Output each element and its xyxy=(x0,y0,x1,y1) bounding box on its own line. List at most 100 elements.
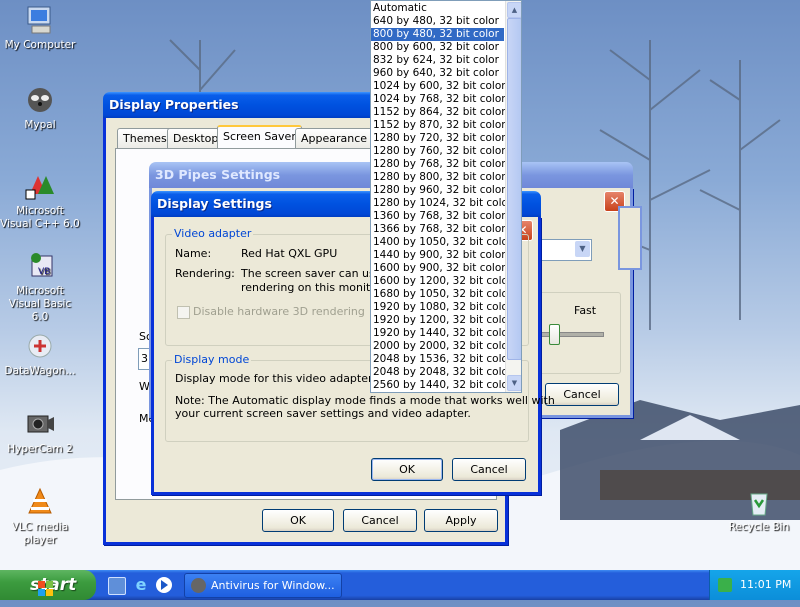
dropdown-option[interactable]: 960 by 640, 32 bit color xyxy=(371,67,504,80)
dropdown-option[interactable]: 1600 by 900, 32 bit color xyxy=(371,262,506,275)
clock: 11:01 PM xyxy=(740,578,792,591)
chevron-down-icon: ▼ xyxy=(575,241,590,257)
desktop-icon-hypercam[interactable]: HyperCam 2 xyxy=(0,408,80,456)
desktop-icon-mypal[interactable]: Mypal xyxy=(0,84,80,132)
scroll-up-icon[interactable]: ▲ xyxy=(507,2,521,18)
dropdown-option[interactable]: 1600 by 1200, 32 bit color xyxy=(371,275,512,288)
quick-launch-media-player-icon[interactable] xyxy=(156,577,172,593)
dropdown-option[interactable]: 2048 by 1536, 32 bit color xyxy=(371,353,512,366)
start-button[interactable]: start xyxy=(0,570,96,600)
apply-button[interactable]: Apply xyxy=(424,509,498,532)
network-icon[interactable] xyxy=(718,578,732,592)
desktop-icon-visual-cpp[interactable]: Microsoft Visual C++ 6.0 xyxy=(0,170,80,231)
note-line1: Note: The Automatic display mode finds a… xyxy=(175,394,555,407)
dropdown-option[interactable]: 1280 by 800, 32 bit color xyxy=(371,171,506,184)
rendering-value-line2: rendering on this monitor. xyxy=(241,281,385,294)
scroll-thumb[interactable] xyxy=(507,18,521,360)
tab-label: Appearance xyxy=(301,132,368,145)
dropdown-option[interactable]: 1024 by 768, 32 bit color xyxy=(371,93,506,106)
tab-label: Desktop xyxy=(173,132,219,145)
fast-label: Fast xyxy=(574,304,597,317)
inner-window-clip xyxy=(618,206,642,270)
dropdown-option[interactable]: 1152 by 870, 32 bit color xyxy=(371,119,506,132)
note-line2: your current screen saver settings and v… xyxy=(175,407,471,420)
desktop-icon-vlc[interactable]: VLC media player xyxy=(0,486,80,547)
dropdown-option[interactable]: 1920 by 1080, 32 bit color xyxy=(371,301,512,314)
dropdown-option[interactable]: 800 by 600, 32 bit color xyxy=(371,41,504,54)
taskbar-button-antivirus[interactable]: Antivirus for Window... xyxy=(184,573,342,598)
dropdown-option[interactable]: 1280 by 720, 32 bit color xyxy=(371,132,506,145)
desktop-icon-label: My Computer xyxy=(4,39,76,51)
name-label: Name: xyxy=(175,247,212,260)
computer-icon xyxy=(24,4,56,36)
dropdown-option[interactable]: 1152 by 864, 32 bit color xyxy=(371,106,506,119)
desktop-icon-my-computer[interactable]: My Computer xyxy=(0,4,80,52)
group-label: Video adapter xyxy=(172,227,254,240)
desktop-icon-label: VLC media player xyxy=(11,521,69,546)
display-mode-dropdown-list[interactable]: Automatic 640 by 480, 32 bit color 800 by … xyxy=(370,0,522,393)
tab-screen-saver[interactable]: Screen Saver xyxy=(217,125,302,149)
ok-button[interactable]: OK xyxy=(371,458,443,481)
dropdown-option[interactable]: 2048 by 2048, 32 bit color xyxy=(371,366,512,379)
desktop-icon-visual-basic[interactable]: VB Microsoft Visual Basic 6.0 xyxy=(0,250,80,324)
tab-themes[interactable]: Themes xyxy=(117,128,173,148)
texture-select-clip[interactable]: ▼ xyxy=(535,239,592,261)
datawagon-icon xyxy=(24,330,56,362)
dropdown-option[interactable]: 800 by 480, 32 bit color xyxy=(371,28,504,41)
dropdown-option[interactable]: 640 by 480, 32 bit color xyxy=(371,15,504,28)
rendering-label: Rendering: xyxy=(175,267,235,280)
windows-logo-icon xyxy=(8,577,53,596)
dropdown-option[interactable]: 1920 by 1440, 32 bit color xyxy=(371,327,512,340)
raccoon-icon xyxy=(24,84,56,116)
disable-hw-rendering-checkbox[interactable] xyxy=(177,306,190,319)
tab-desktop[interactable]: Desktop xyxy=(167,128,225,148)
vlc-icon xyxy=(24,486,56,518)
system-tray: 11:01 PM xyxy=(709,570,800,600)
desktop-icon-recycle-bin[interactable]: Recycle Bin xyxy=(719,486,799,534)
desktop-icon-label: Recycle Bin xyxy=(728,521,790,533)
recycle-bin-icon xyxy=(743,486,775,518)
ok-button[interactable]: OK xyxy=(262,509,334,532)
dropdown-scrollbar[interactable]: ▲ ▼ xyxy=(505,1,521,392)
dropdown-options: Automatic 640 by 480, 32 bit color 800 by … xyxy=(371,2,512,392)
desktop-icon-label: Microsoft Visual Basic 6.0 xyxy=(8,285,72,323)
dropdown-option[interactable]: 832 by 624, 32 bit color xyxy=(371,54,504,67)
visual-cpp-icon xyxy=(24,170,56,202)
quick-launch-internet-explorer-icon[interactable]: e xyxy=(132,576,150,594)
taskbar: start e Antivirus for Window... 11:01 PM xyxy=(0,570,800,600)
tab-label: Themes xyxy=(123,132,167,145)
tab-appearance[interactable]: Appearance xyxy=(295,128,374,148)
tab-label: Screen Saver xyxy=(223,130,296,143)
dropdown-option[interactable]: 1280 by 768, 32 bit color xyxy=(371,158,506,171)
cancel-button[interactable]: Cancel xyxy=(452,458,526,481)
dropdown-option[interactable]: 1280 by 760, 32 bit color xyxy=(371,145,506,158)
quick-launch-show-desktop-icon[interactable] xyxy=(108,577,126,595)
dropdown-option[interactable]: 2560 by 1440, 32 bit color xyxy=(371,379,512,392)
rendering-value-line1: The screen saver can use s xyxy=(241,267,391,280)
dropdown-option[interactable]: 1680 by 1050, 32 bit color xyxy=(371,288,512,301)
dropdown-option[interactable]: 2000 by 2000, 32 bit color xyxy=(371,340,512,353)
dropdown-option[interactable]: Automatic xyxy=(371,2,504,15)
visual-basic-icon: VB xyxy=(24,250,56,282)
speed-slider[interactable] xyxy=(532,332,604,337)
dropdown-option[interactable]: 1280 by 960, 32 bit color xyxy=(371,184,506,197)
scroll-down-icon[interactable]: ▼ xyxy=(507,375,521,391)
desktop-icon-datawagon[interactable]: DataWagon... xyxy=(0,330,80,378)
dropdown-option[interactable]: 1360 by 768, 32 bit color xyxy=(371,210,506,223)
dropdown-option[interactable]: 1920 by 1200, 32 bit color xyxy=(371,314,512,327)
adapter-name-value: Red Hat QXL GPU xyxy=(241,247,338,260)
dropdown-option[interactable]: 1440 by 900, 32 bit color xyxy=(371,249,506,262)
cancel-button[interactable]: Cancel xyxy=(545,383,619,406)
dropdown-option[interactable]: 1400 by 1050, 32 bit color xyxy=(371,236,512,249)
speed-slider-thumb[interactable] xyxy=(549,324,560,345)
dropdown-option[interactable]: 1280 by 1024, 32 bit color xyxy=(371,197,512,210)
group-label: Display mode xyxy=(172,353,252,366)
cancel-button[interactable]: Cancel xyxy=(343,509,417,532)
dropdown-option[interactable]: 1024 by 600, 32 bit color xyxy=(371,80,506,93)
desktop-icon-label: HyperCam 2 xyxy=(7,443,73,455)
desktop-icon-label: Microsoft Visual C++ 6.0 xyxy=(0,205,80,230)
raccoon-icon xyxy=(191,578,206,593)
display-mode-label: Display mode for this video adapter: xyxy=(175,372,377,385)
svg-text:VB: VB xyxy=(38,267,50,277)
dropdown-option[interactable]: 1366 by 768, 32 bit color xyxy=(371,223,506,236)
